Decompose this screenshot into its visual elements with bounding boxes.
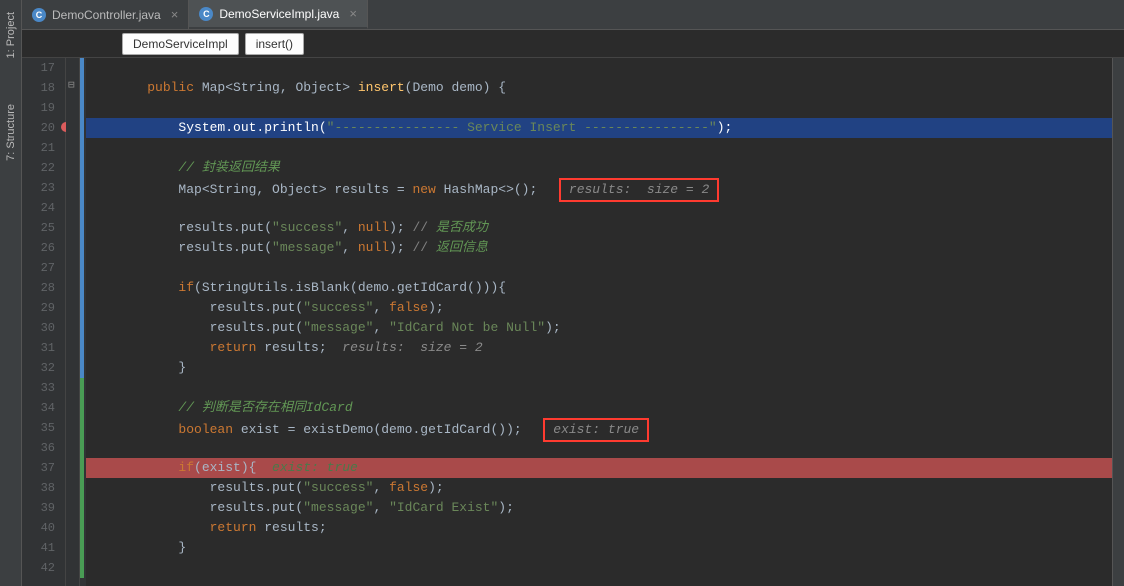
tab-democontroller[interactable]: C DemoController.java × bbox=[22, 0, 189, 29]
tab-label: DemoServiceImpl.java bbox=[219, 7, 339, 21]
code-line[interactable]: return results; bbox=[86, 518, 1112, 538]
code-editor[interactable]: 1718●↑1920212223242526272829303132333435… bbox=[22, 58, 1124, 586]
code-line[interactable] bbox=[86, 378, 1112, 398]
code-line[interactable]: results.put("message", "IdCard Exist"); bbox=[86, 498, 1112, 518]
code-line[interactable]: } bbox=[86, 358, 1112, 378]
editor-main: C DemoController.java × C DemoServiceImp… bbox=[22, 0, 1124, 586]
code-line[interactable]: return results; results: size = 2 bbox=[86, 338, 1112, 358]
java-class-icon: C bbox=[32, 8, 46, 22]
code-line[interactable]: results.put("message", null); // 返回信息 bbox=[86, 238, 1112, 258]
breadcrumb-method[interactable]: insert() bbox=[245, 33, 304, 55]
line-number[interactable]: 30 bbox=[22, 318, 55, 338]
close-icon[interactable]: × bbox=[171, 7, 179, 22]
code-line[interactable]: if(StringUtils.isBlank(demo.getIdCard())… bbox=[86, 278, 1112, 298]
line-number[interactable]: 42 bbox=[22, 558, 55, 578]
code-line[interactable]: Map<String, Object> results = new HashMa… bbox=[86, 178, 1112, 198]
line-number[interactable]: 22 bbox=[22, 158, 55, 178]
structure-tool-button[interactable]: 7: Structure bbox=[5, 100, 17, 165]
line-number-gutter[interactable]: 1718●↑1920212223242526272829303132333435… bbox=[22, 58, 66, 586]
code-line[interactable]: boolean exist = existDemo(demo.getIdCard… bbox=[86, 418, 1112, 438]
code-text-area[interactable]: public Map<String, Object> insert(Demo d… bbox=[86, 58, 1112, 586]
breadcrumb-class[interactable]: DemoServiceImpl bbox=[122, 33, 239, 55]
line-number[interactable]: 38 bbox=[22, 478, 55, 498]
code-line[interactable] bbox=[86, 558, 1112, 578]
line-number[interactable]: 32 bbox=[22, 358, 55, 378]
line-number[interactable]: 31 bbox=[22, 338, 55, 358]
line-number[interactable]: 26 bbox=[22, 238, 55, 258]
code-line[interactable]: System.out.println("---------------- Ser… bbox=[86, 118, 1112, 138]
line-number[interactable]: 20 bbox=[22, 118, 55, 138]
close-icon[interactable]: × bbox=[349, 6, 357, 21]
breadcrumb: DemoServiceImpl insert() bbox=[22, 30, 1124, 58]
tool-window-bar: 1: Project 7: Structure bbox=[0, 0, 22, 586]
editor-tabs: C DemoController.java × C DemoServiceImp… bbox=[22, 0, 1124, 30]
project-tool-button[interactable]: 1: Project bbox=[5, 8, 17, 62]
code-line[interactable] bbox=[86, 138, 1112, 158]
line-number[interactable]: 25 bbox=[22, 218, 55, 238]
line-number[interactable]: 18●↑ bbox=[22, 78, 55, 98]
code-line[interactable]: if(exist){ exist: true bbox=[86, 458, 1112, 478]
code-line[interactable]: } bbox=[86, 538, 1112, 558]
line-number[interactable]: 23 bbox=[22, 178, 55, 198]
code-line[interactable] bbox=[86, 98, 1112, 118]
line-number[interactable]: 34 bbox=[22, 398, 55, 418]
line-number[interactable]: 39 bbox=[22, 498, 55, 518]
line-number[interactable]: 19 bbox=[22, 98, 55, 118]
code-line[interactable]: results.put("success", null); // 是否成功 bbox=[86, 218, 1112, 238]
code-line[interactable]: // 判断是否存在相同IdCard bbox=[86, 398, 1112, 418]
code-line[interactable]: results.put("success", false); bbox=[86, 298, 1112, 318]
code-line[interactable]: results.put("message", "IdCard Not be Nu… bbox=[86, 318, 1112, 338]
line-number[interactable]: 41 bbox=[22, 538, 55, 558]
line-number[interactable]: 37 bbox=[22, 458, 55, 478]
line-number[interactable]: 33 bbox=[22, 378, 55, 398]
line-number[interactable]: 28 bbox=[22, 278, 55, 298]
vcs-change-bar[interactable] bbox=[80, 378, 84, 578]
vcs-change-bar[interactable] bbox=[80, 58, 84, 378]
error-stripe[interactable] bbox=[1112, 58, 1124, 586]
line-number[interactable]: 29 bbox=[22, 298, 55, 318]
line-number[interactable]: 40 bbox=[22, 518, 55, 538]
tab-demoserviceimpl[interactable]: C DemoServiceImpl.java × bbox=[189, 0, 368, 29]
code-line[interactable] bbox=[86, 58, 1112, 78]
fold-marker-icon[interactable]: ⊟ bbox=[68, 78, 75, 92]
java-class-icon: C bbox=[199, 7, 213, 21]
line-number[interactable]: 27 bbox=[22, 258, 55, 278]
line-number[interactable]: 24 bbox=[22, 198, 55, 218]
line-number[interactable]: 36 bbox=[22, 438, 55, 458]
code-line[interactable]: public Map<String, Object> insert(Demo d… bbox=[86, 78, 1112, 98]
project-tool-label: 1: Project bbox=[5, 12, 17, 58]
code-line[interactable]: results.put("success", false); bbox=[86, 478, 1112, 498]
code-line[interactable] bbox=[86, 438, 1112, 458]
line-number[interactable]: 21 bbox=[22, 138, 55, 158]
code-line[interactable] bbox=[86, 198, 1112, 218]
code-line[interactable] bbox=[86, 258, 1112, 278]
line-number[interactable]: 35 bbox=[22, 418, 55, 438]
fold-gutter[interactable]: ⊟ bbox=[66, 58, 80, 586]
structure-tool-label: 7: Structure bbox=[5, 104, 17, 161]
line-number[interactable]: 17 bbox=[22, 58, 55, 78]
tab-label: DemoController.java bbox=[52, 8, 161, 22]
code-line[interactable]: // 封装返回结果 bbox=[86, 158, 1112, 178]
